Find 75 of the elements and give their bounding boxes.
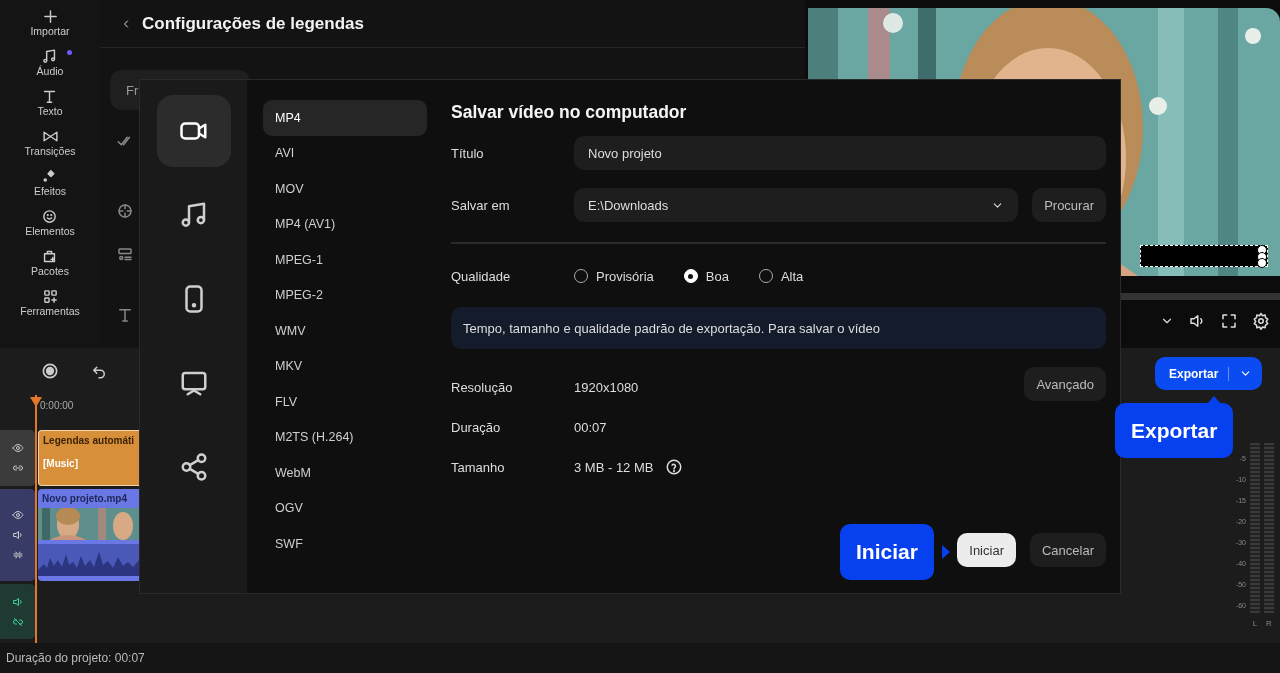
- quality-radio[interactable]: Provisória: [574, 268, 654, 284]
- format-item[interactable]: MOV: [263, 171, 427, 207]
- speaker-icon: [12, 595, 24, 608]
- link-icon: [12, 462, 24, 474]
- subtitle-box[interactable]: [1140, 245, 1268, 267]
- crosshair-icon: [116, 202, 134, 220]
- toolbar-button[interactable]: Efeitos: [23, 168, 77, 204]
- advanced-button[interactable]: Avançado: [1024, 367, 1106, 401]
- quality-radio[interactable]: Alta: [758, 268, 804, 284]
- format-item[interactable]: FLV: [263, 384, 427, 420]
- toolbar-button[interactable]: Transições: [14, 128, 86, 164]
- folder-select[interactable]: E:\Downloads: [574, 188, 1019, 222]
- toolbar-button[interactable]: Importar: [20, 8, 80, 44]
- format-item[interactable]: MKV: [263, 348, 427, 384]
- toolbar-button[interactable]: Áudio: [26, 48, 74, 84]
- toolbar-button[interactable]: Pacotes: [21, 248, 79, 284]
- detail-label: Duração: [451, 419, 502, 435]
- detail-value: 00:07: [574, 419, 607, 435]
- format-item[interactable]: MP4: [263, 100, 427, 136]
- toolbar-button[interactable]: Ferramentas: [10, 288, 90, 324]
- notification-dot: [67, 50, 73, 55]
- detail-value: 1920x1080: [574, 379, 639, 395]
- field-label: Título: [451, 145, 485, 161]
- speaker-icon: [12, 529, 24, 541]
- cancel-button[interactable]: Cancelar: [1029, 533, 1106, 567]
- grid-plus-icon: [41, 288, 59, 305]
- clip-title: Novo projeto.mp4: [41, 492, 128, 506]
- callout-pointer: [942, 545, 950, 559]
- text-icon: [116, 306, 134, 324]
- callout-label: Exportar: [1115, 403, 1234, 458]
- dialog-title: Salvar vídeo no computador: [451, 102, 688, 124]
- category-tab[interactable]: [156, 95, 231, 167]
- detach-icon: [12, 549, 24, 561]
- format-item[interactable]: OGV: [263, 490, 427, 526]
- field-label: Qualidade: [451, 268, 512, 284]
- format-item[interactable]: AVI: [263, 135, 427, 171]
- callout-label: Iniciar: [840, 524, 934, 580]
- eye-icon: [12, 509, 24, 521]
- field-label: Salvar em: [451, 197, 511, 213]
- format-item[interactable]: WMV: [263, 313, 427, 349]
- callout-pointer: [1207, 396, 1221, 404]
- subtitle-clip[interactable]: Legendas automáti [Music]: [38, 430, 140, 486]
- channel-label: R: [1266, 619, 1272, 628]
- toolbar-button[interactable]: Texto: [27, 88, 73, 124]
- browse-button[interactable]: Procurar: [1032, 188, 1106, 222]
- video-clip[interactable]: Novo projeto.mp4: [38, 489, 140, 581]
- format-item[interactable]: WebM: [263, 455, 427, 491]
- clip-title: Legendas automáti: [42, 434, 136, 448]
- unlink-icon: [12, 615, 24, 628]
- toolbar-button[interactable]: Elementos: [15, 208, 85, 244]
- title-field[interactable]: Novo projeto: [574, 136, 1106, 170]
- time-ruler-label: 0:00:00: [40, 400, 74, 411]
- info-banner: Tempo, tamanho e qualidade padrão de exportação. Para salvar o vídeo: [451, 307, 1106, 349]
- panel-title: Configurações de legendas: [142, 13, 364, 34]
- format-item[interactable]: MPEG-1: [263, 242, 427, 278]
- export-button[interactable]: Exportar: [1155, 357, 1263, 390]
- playhead-handle[interactable]: [30, 397, 42, 407]
- format-item[interactable]: MP4 (AV1): [263, 206, 427, 242]
- format-item[interactable]: MPEG-2: [263, 277, 427, 313]
- format-item[interactable]: SWF: [263, 526, 427, 562]
- channel-label: L: [1252, 619, 1258, 628]
- plus-icon: [41, 8, 59, 25]
- quality-radio[interactable]: Boa: [683, 268, 729, 284]
- detail-label: Tamanho: [451, 459, 506, 475]
- detail-label: Resolução: [451, 379, 514, 395]
- format-item[interactable]: M2TS (H.264): [263, 419, 427, 455]
- fullscreen-icon: [1220, 312, 1238, 330]
- detail-value: 3 MB - 12 MB: [574, 459, 654, 475]
- clip-text: [Music]: [42, 457, 79, 471]
- eye-icon: [12, 442, 24, 454]
- start-button[interactable]: Iniciar: [957, 533, 1016, 567]
- status-text: Duração do projeto: 00:07: [6, 651, 145, 665]
- help-icon: [665, 458, 684, 476]
- smiley-icon: [41, 208, 59, 225]
- settings-icon: [1252, 312, 1270, 330]
